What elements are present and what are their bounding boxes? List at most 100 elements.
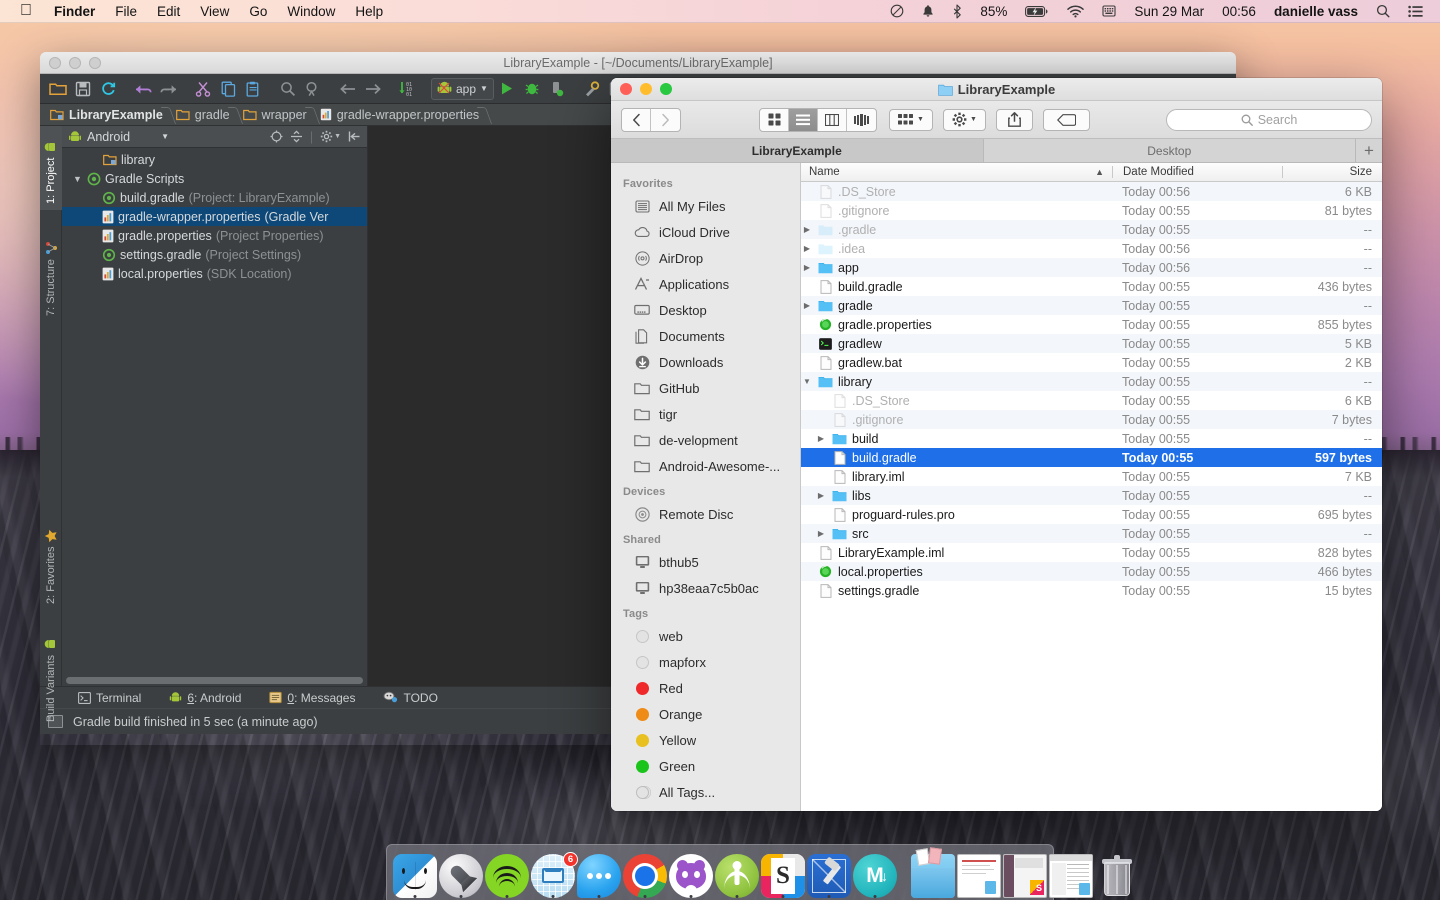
sidebar-item-all-my-files[interactable]: All My Files bbox=[611, 193, 800, 219]
finder-file-list[interactable]: Name ▲ Date Modified Size .DS_Store Today… bbox=[801, 163, 1382, 811]
sidebar-item-project[interactable]: 1: Project bbox=[40, 126, 62, 210]
file-row-name[interactable]: ▶ build bbox=[801, 432, 1112, 446]
dock-item-macdown[interactable]: M ↓ bbox=[853, 848, 897, 898]
file-row-name[interactable]: proguard-rules.pro bbox=[801, 508, 1112, 522]
file-row-name[interactable]: gradle.properties bbox=[801, 318, 1112, 332]
copy-icon[interactable] bbox=[216, 77, 240, 101]
sync-icon[interactable] bbox=[96, 77, 120, 101]
replace-icon[interactable] bbox=[301, 77, 325, 101]
sdk-manager-icon[interactable] bbox=[580, 77, 604, 101]
finder-tab-bar[interactable]: LibraryExample Desktop + bbox=[611, 139, 1382, 163]
file-row[interactable]: LibraryExample.iml Today 00:55 828 bytes bbox=[801, 543, 1382, 562]
battery-charging-icon[interactable] bbox=[1016, 0, 1058, 23]
file-row[interactable]: local.properties Today 00:55 466 bytes bbox=[801, 562, 1382, 581]
sidebar-item-bthub5[interactable]: bthub5 bbox=[611, 549, 800, 575]
tree-row-gradle-wrapper-properties[interactable]: gradle-wrapper.properties (Gradle Ver bbox=[62, 207, 367, 226]
project-view-selector[interactable]: Android ▼ bbox=[68, 130, 169, 144]
cut-icon[interactable] bbox=[191, 77, 215, 101]
file-row-name[interactable]: build.gradle bbox=[801, 280, 1112, 294]
menu-item-go[interactable]: Go bbox=[239, 0, 277, 23]
arrange-button[interactable]: ▼ bbox=[889, 108, 933, 131]
dock-item-spotify[interactable] bbox=[485, 848, 529, 898]
forward-chevron-icon[interactable] bbox=[651, 109, 680, 131]
file-row[interactable]: .DS_Store Today 00:56 6 KB bbox=[801, 182, 1382, 201]
view-mode-buttons[interactable] bbox=[759, 107, 877, 132]
file-row-name[interactable]: ▶ gradle bbox=[801, 299, 1112, 313]
dock[interactable]: 6 S M ↓ S bbox=[386, 844, 1132, 900]
sidebar-item-hp38eaa7c5b0ac[interactable]: hp38eaa7c5b0ac bbox=[611, 575, 800, 601]
dock-item-launchpad[interactable] bbox=[439, 848, 483, 898]
collapse-icon[interactable] bbox=[290, 130, 303, 143]
input-source-icon[interactable] bbox=[1093, 0, 1125, 23]
file-row[interactable]: ▶ build Today 00:55 -- bbox=[801, 429, 1382, 448]
sidebar-item-android-awesome[interactable]: Android-Awesome-... bbox=[611, 453, 800, 479]
tab-desktop[interactable]: Desktop bbox=[984, 139, 1356, 162]
dock-item-studio-window[interactable] bbox=[1049, 848, 1093, 898]
sidebar-item-tag-green[interactable]: Green bbox=[611, 753, 800, 779]
notification-center-icon[interactable] bbox=[1399, 0, 1432, 23]
file-row[interactable]: ▶ app Today 00:56 -- bbox=[801, 258, 1382, 277]
sidebar-item-all-tags[interactable]: All Tags... bbox=[611, 779, 800, 805]
file-row[interactable]: ▶ src Today 00:55 -- bbox=[801, 524, 1382, 543]
dock-item-messages[interactable] bbox=[577, 848, 621, 898]
project-tool-window[interactable]: Android ▼ | ▼ library ▼ Gradle Scripts b… bbox=[62, 126, 368, 686]
action-menu-button[interactable]: ▼ bbox=[942, 108, 986, 131]
project-tree-horizontal-scrollbar[interactable] bbox=[62, 674, 367, 686]
file-row[interactable]: gradlew Today 00:55 5 KB bbox=[801, 334, 1382, 353]
project-pane-tools[interactable]: | ▼ bbox=[270, 130, 361, 144]
file-row[interactable]: ▶ gradle Today 00:55 -- bbox=[801, 296, 1382, 315]
disclosure-triangle-icon[interactable]: ▶ bbox=[801, 244, 813, 253]
minimize-button[interactable] bbox=[640, 83, 652, 95]
navigation-buttons[interactable] bbox=[621, 107, 681, 132]
dock-item-github-desktop[interactable] bbox=[669, 848, 713, 898]
file-row-name[interactable]: local.properties bbox=[801, 565, 1112, 579]
column-header-size[interactable]: Size bbox=[1282, 166, 1382, 178]
disclosure-triangle-icon[interactable]: ▶ bbox=[815, 491, 827, 500]
dock-item-finder[interactable] bbox=[393, 848, 437, 898]
undo-icon[interactable] bbox=[131, 77, 155, 101]
sidebar-item-downloads[interactable]: Downloads bbox=[611, 349, 800, 375]
disclosure-triangle-icon[interactable]: ▼ bbox=[801, 377, 813, 386]
file-row-name[interactable]: ▶ .idea bbox=[801, 242, 1112, 256]
debug-icon[interactable] bbox=[520, 77, 544, 101]
coverflow-view-icon[interactable] bbox=[847, 109, 876, 131]
menu-item-finder[interactable]: Finder bbox=[44, 0, 105, 23]
file-row[interactable]: ▶ .gradle Today 00:55 -- bbox=[801, 220, 1382, 239]
bluetooth-icon[interactable] bbox=[943, 0, 971, 23]
forward-icon[interactable] bbox=[361, 77, 385, 101]
tool-button-android[interactable]: 6: Android bbox=[155, 687, 255, 709]
disclosure-triangle-icon[interactable]: ▶ bbox=[801, 301, 813, 310]
file-row[interactable]: ▶ .idea Today 00:56 -- bbox=[801, 239, 1382, 258]
finder-window-controls[interactable] bbox=[611, 83, 672, 95]
file-row-name[interactable]: gradlew bbox=[801, 337, 1112, 351]
file-list-rows[interactable]: .DS_Store Today 00:56 6 KB .gitignore Today … bbox=[801, 182, 1382, 811]
project-tree[interactable]: library ▼ Gradle Scripts build.gradle (P… bbox=[62, 148, 367, 674]
chevron-down-icon[interactable]: ▼ bbox=[970, 116, 977, 123]
disclosure-triangle-icon[interactable]: ▶ bbox=[801, 263, 813, 272]
chevron-down-icon[interactable]: ▼ bbox=[480, 84, 488, 93]
spotlight-search-icon[interactable] bbox=[1367, 0, 1399, 23]
close-button[interactable] bbox=[49, 56, 61, 69]
sidebar-item-de-velopment[interactable]: de-velopment bbox=[611, 427, 800, 453]
wifi-icon[interactable] bbox=[1058, 0, 1093, 23]
menu-item-window[interactable]: Window bbox=[277, 0, 345, 23]
finder-window[interactable]: LibraryExample ▼ ▼ Search LibraryExample… bbox=[611, 78, 1382, 811]
paste-icon[interactable] bbox=[241, 77, 265, 101]
sidebar-item-remote-disc[interactable]: Remote Disc bbox=[611, 501, 800, 527]
save-all-icon[interactable] bbox=[71, 77, 95, 101]
find-icon[interactable] bbox=[276, 77, 300, 101]
menu-bar-time[interactable]: 00:56 bbox=[1213, 0, 1265, 23]
back-chevron-icon[interactable] bbox=[622, 108, 651, 131]
file-row[interactable]: proguard-rules.pro Today 00:55 695 bytes bbox=[801, 505, 1382, 524]
file-row[interactable]: gradle.properties Today 00:55 855 bytes bbox=[801, 315, 1382, 334]
file-row-name[interactable]: ▶ src bbox=[801, 527, 1112, 541]
finder-toolbar[interactable]: ▼ ▼ Search bbox=[611, 101, 1382, 139]
tag-button[interactable] bbox=[1042, 108, 1090, 131]
tool-button-messages[interactable]: 0: Messages bbox=[255, 687, 369, 709]
tool-button-todo[interactable]: TODO bbox=[369, 687, 451, 709]
breadcrumb-item-libraryexample[interactable]: LibraryExample bbox=[46, 104, 172, 126]
sidebar-item-airdrop[interactable]: AirDrop bbox=[611, 245, 800, 271]
back-icon[interactable] bbox=[336, 77, 360, 101]
do-not-disturb-icon[interactable] bbox=[881, 0, 913, 23]
file-row[interactable]: ▼ library Today 00:55 -- bbox=[801, 372, 1382, 391]
